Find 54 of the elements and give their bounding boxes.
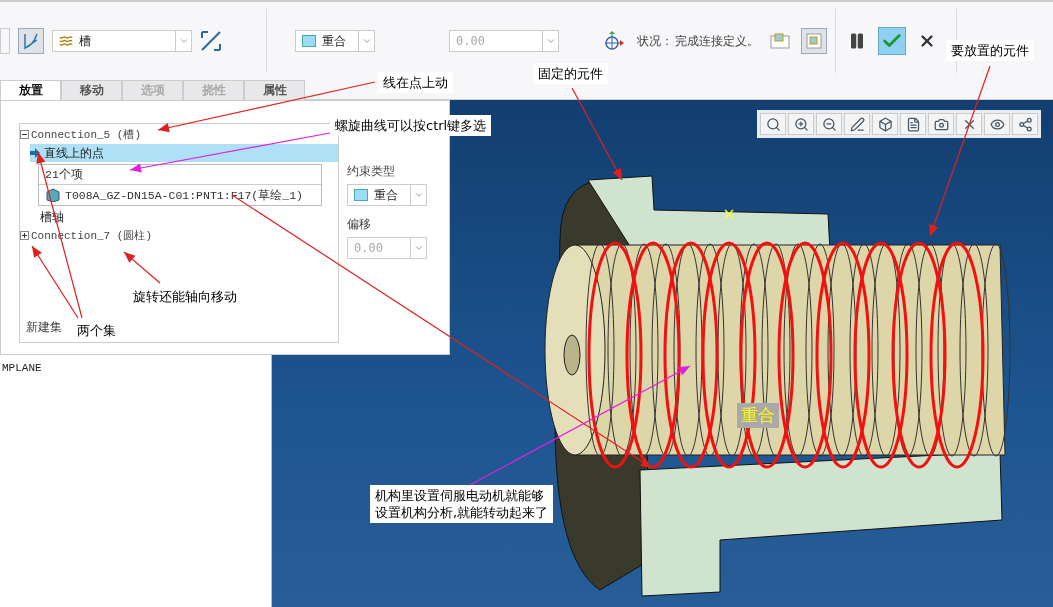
new-set-link[interactable]: 新建集 xyxy=(26,319,62,336)
caret-icon xyxy=(178,36,189,46)
constraint-label: 重合 xyxy=(737,403,779,428)
status-label: 状况： xyxy=(637,32,673,50)
tab[interactable]: 放置 xyxy=(0,80,61,100)
share-icon[interactable] xyxy=(1012,113,1038,135)
cross-icon[interactable] xyxy=(956,113,982,135)
annotation-text: 设置机构分析,就能转动起来了 xyxy=(375,504,549,521)
annotation-text: 要放置的元件 xyxy=(951,42,1029,59)
cross-mark-icon xyxy=(724,209,734,219)
constraint-item[interactable]: 直线上的点 xyxy=(30,144,338,162)
coincident-icon xyxy=(302,35,316,47)
connection-type-dropdown[interactable]: 槽 xyxy=(52,30,192,52)
close-icon xyxy=(918,32,936,50)
caret-icon xyxy=(413,190,424,200)
wave-icon xyxy=(59,34,73,48)
pen-icon[interactable] xyxy=(844,113,870,135)
curve-icon[interactable] xyxy=(18,28,44,54)
annotation-text: 螺旋曲线可以按ctrl键多选 xyxy=(335,117,487,134)
camera-icon[interactable] xyxy=(928,113,954,135)
annotation-text: 线在点上动 xyxy=(383,74,448,91)
constraint-type-dropdown[interactable]: 重合 xyxy=(347,184,427,206)
tree-item[interactable]: MPLANE xyxy=(2,362,271,374)
diagonal-arrow-icon[interactable] xyxy=(200,30,222,52)
annotation-text: 旋转还能轴向移动 xyxy=(133,288,237,305)
constraint-type-label: 约束类型 xyxy=(347,163,396,180)
move-axis-icon[interactable] xyxy=(603,30,625,52)
eye-icon[interactable] xyxy=(984,113,1010,135)
offset-label: 偏移 xyxy=(347,216,372,233)
reference-item[interactable]: 21个项 xyxy=(45,167,83,182)
zoom-out-icon[interactable] xyxy=(816,113,842,135)
coincident-icon xyxy=(354,189,368,201)
annotation-text: 两个集 xyxy=(77,322,116,339)
collapse-icon[interactable] xyxy=(20,130,29,139)
set-item[interactable]: Connection_5 (槽) xyxy=(31,127,142,142)
zoom-fit-icon[interactable] xyxy=(760,113,786,135)
caret-icon xyxy=(545,36,556,46)
caret-icon xyxy=(361,36,372,46)
pause-icon xyxy=(848,32,866,50)
annotation-arrow xyxy=(123,251,161,284)
constraint-type-dropdown[interactable]: 重合 xyxy=(295,30,375,52)
arrow-icon xyxy=(30,148,40,158)
caret-icon xyxy=(413,243,424,253)
tab[interactable]: 属性 xyxy=(244,80,305,100)
zoom-in-icon[interactable] xyxy=(788,113,814,135)
tab[interactable]: 移动 xyxy=(61,80,122,100)
expand-icon[interactable] xyxy=(20,231,29,240)
document-icon[interactable] xyxy=(900,113,926,135)
annotation-text: 固定的元件 xyxy=(538,65,603,82)
cube-icon[interactable] xyxy=(872,113,898,135)
annotation-text: 机构里设置伺服电动机就能够 xyxy=(375,487,545,504)
reference-item[interactable]: T008A_GZ-DN15A-C01:PNT1:F17(草绘_1) xyxy=(65,187,303,203)
cube-icon xyxy=(45,188,61,202)
status-text: 完成连接定义。 xyxy=(675,32,759,50)
